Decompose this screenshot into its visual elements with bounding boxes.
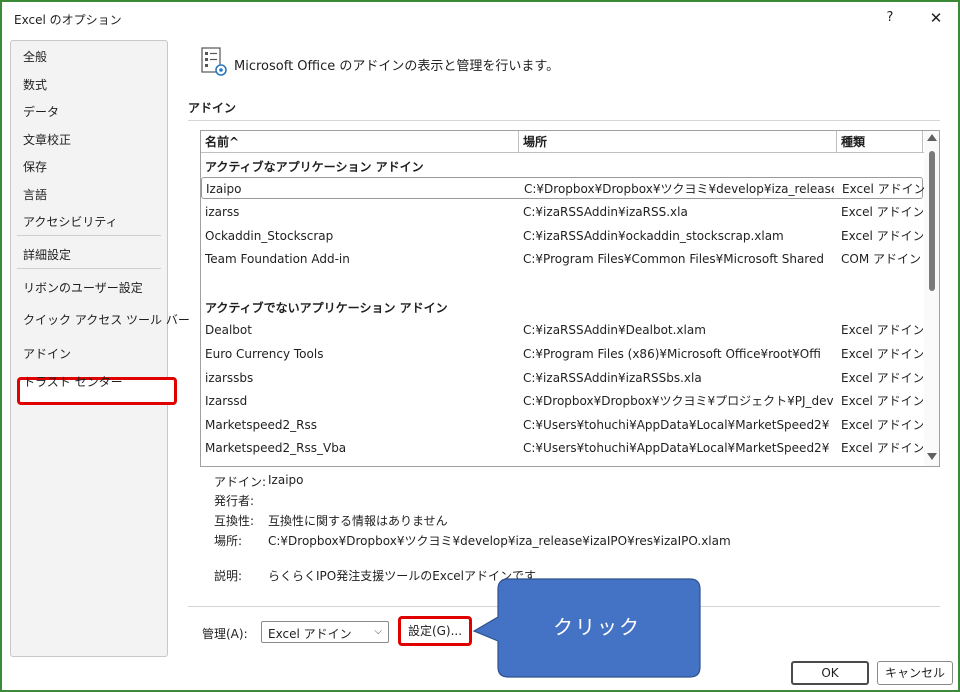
- ok-button[interactable]: OK: [791, 661, 869, 685]
- addin-location: C:¥Program Files¥Common Files¥Microsoft …: [523, 252, 824, 266]
- detail-compat-value: 互換性に関する情報はありません: [268, 514, 448, 528]
- addins-list[interactable]: 名前^ 場所 種類 アクティブなアプリケーション アドイン Izaipo C:¥…: [200, 130, 940, 467]
- addin-name: Marketspeed2_Rss_Vba: [205, 441, 347, 455]
- addin-location: C:¥izaRSSAddin¥izaRSSbs.xla: [523, 371, 702, 385]
- scroll-up-arrow-icon[interactable]: [927, 134, 937, 141]
- table-row[interactable]: Marketspeed2_Rss_Vba C:¥Users¥tohuchi¥Ap…: [201, 437, 923, 459]
- sidebar-item-addins[interactable]: アドイン: [23, 345, 71, 362]
- addin-location: C:¥Program Files (x86)¥Microsoft Office¥…: [523, 347, 821, 361]
- addin-location: C:¥izaRSSAddin¥ockaddin_stockscrap.xlam: [523, 229, 784, 243]
- addin-name: Marketspeed2_Rss: [205, 418, 317, 432]
- addin-type: Excel アドイン: [841, 229, 923, 243]
- addins-settings-icon: [201, 47, 227, 76]
- addin-location: C:¥izaRSSAddin¥Dealbot.xlam: [523, 323, 706, 337]
- sidebar-item-advanced[interactable]: 詳細設定: [23, 246, 71, 263]
- help-button[interactable]: ?: [878, 6, 902, 30]
- sidebar-item-formulas[interactable]: 数式: [23, 76, 47, 93]
- addin-type: Excel アドイン: [841, 205, 923, 219]
- table-row[interactable]: Marketspeed2_Rss C:¥Users¥tohuchi¥AppDat…: [201, 414, 923, 436]
- window-title: Excel のオプション: [14, 13, 122, 27]
- cancel-button[interactable]: キャンセル: [877, 661, 953, 685]
- sidebar-item-save[interactable]: 保存: [23, 158, 47, 175]
- list-header: 名前^ 場所 種類: [201, 131, 925, 153]
- addin-location: C:¥Dropbox¥Dropbox¥ツクヨミ¥develop¥iza_rele…: [524, 182, 834, 196]
- addin-name: izarss: [205, 205, 240, 219]
- sidebar-divider: [17, 235, 161, 236]
- manage-select[interactable]: Excel アドイン ⌵: [261, 621, 389, 643]
- table-row[interactable]: izarssbs C:¥izaRSSAddin¥izaRSSbs.xla Exc…: [201, 367, 923, 389]
- detail-addin-label: アドイン:: [214, 475, 267, 489]
- sidebar-item-general[interactable]: 全般: [23, 48, 47, 65]
- table-row[interactable]: Euro Currency Tools C:¥Program Files (x8…: [201, 343, 923, 365]
- group-heading-active: アクティブなアプリケーション アドイン: [205, 160, 424, 174]
- addin-name: Izaipo: [206, 182, 242, 196]
- addin-name: Izarssd: [205, 394, 248, 408]
- addin-location: C:¥Users¥tohuchi¥AppData¥Local¥MarketSpe…: [523, 441, 830, 455]
- column-header-type[interactable]: 種類: [837, 131, 923, 153]
- detail-publisher-label: 発行者:: [214, 494, 255, 508]
- go-settings-button[interactable]: 設定(G)...: [398, 616, 472, 646]
- addin-type: Excel アドイン: [842, 182, 924, 196]
- title-bar: Excel のオプション ? ✕: [2, 2, 958, 36]
- addin-name: Dealbot: [205, 323, 252, 337]
- table-row[interactable]: izarss C:¥izaRSSAddin¥izaRSS.xla Excel ア…: [201, 201, 923, 223]
- detail-addin-value: Izaipo: [268, 473, 304, 487]
- table-row[interactable]: Dealbot C:¥izaRSSAddin¥Dealbot.xlam Exce…: [201, 319, 923, 341]
- callout-text: クリック: [553, 615, 641, 639]
- addin-name: Team Foundation Add-in: [205, 252, 350, 266]
- chevron-down-icon: ⌵: [374, 626, 382, 637]
- page-description: Microsoft Office のアドインの表示と管理を行います。: [234, 59, 560, 74]
- sidebar-item-customize-ribbon[interactable]: リボンのユーザー設定: [23, 279, 143, 296]
- detail-location-value: C:¥Dropbox¥Dropbox¥ツクヨミ¥develop¥iza_rele…: [268, 534, 731, 548]
- detail-description-label: 説明:: [214, 569, 243, 583]
- addin-type: Excel アドイン: [841, 323, 923, 337]
- group-heading-inactive: アクティブでないアプリケーション アドイン: [205, 301, 448, 315]
- addin-name: Ockaddin_Stockscrap: [205, 229, 334, 243]
- scroll-down-arrow-icon[interactable]: [927, 453, 937, 460]
- scrollbar-thumb[interactable]: [929, 151, 935, 291]
- addin-type: Excel アドイン: [841, 371, 923, 385]
- sidebar-item-data[interactable]: データ: [23, 103, 59, 120]
- table-row[interactable]: Izaipo C:¥Dropbox¥Dropbox¥ツクヨミ¥develop¥i…: [201, 177, 924, 199]
- column-header-name[interactable]: 名前^: [201, 131, 519, 153]
- addin-name: Euro Currency Tools: [205, 347, 324, 361]
- section-divider: [188, 120, 940, 121]
- table-row[interactable]: Team Foundation Add-in C:¥Program Files¥…: [201, 248, 923, 270]
- table-row[interactable]: Ockaddin_Stockscrap C:¥izaRSSAddin¥ockad…: [201, 225, 923, 247]
- list-scrollbar[interactable]: [924, 131, 939, 466]
- sidebar-divider: [17, 268, 161, 269]
- excel-options-dialog: Excel のオプション ? ✕ 全般 数式 データ 文章校正 保存 言語 アク…: [0, 0, 960, 692]
- manage-label: 管理(A):: [202, 627, 248, 641]
- sidebar-item-proofing[interactable]: 文章校正: [23, 131, 71, 148]
- addin-type: Excel アドイン: [841, 441, 923, 455]
- addin-type: Excel アドイン: [841, 394, 923, 408]
- addin-location: C:¥izaRSSAddin¥izaRSS.xla: [523, 205, 688, 219]
- sidebar-item-accessibility[interactable]: アクセシビリティ: [23, 213, 118, 230]
- detail-location-label: 場所:: [214, 534, 243, 548]
- addin-type: Excel アドイン: [841, 347, 923, 361]
- manage-select-value: Excel アドイン: [268, 627, 352, 641]
- addin-type: Excel アドイン: [841, 418, 923, 432]
- addin-location: C:¥Dropbox¥Dropbox¥ツクヨミ¥プロジェクト¥PJ_dev: [523, 394, 833, 408]
- sidebar: 全般 数式 データ 文章校正 保存 言語 アクセシビリティ 詳細設定 リボンのユ…: [10, 40, 190, 657]
- addin-type: COM アドイン: [841, 252, 921, 266]
- detail-compat-label: 互換性:: [214, 514, 255, 528]
- column-header-location[interactable]: 場所: [519, 131, 837, 153]
- addin-location: C:¥Users¥tohuchi¥AppData¥Local¥MarketSpe…: [523, 418, 830, 432]
- sidebar-item-language[interactable]: 言語: [23, 186, 47, 203]
- sidebar-item-quick-access-toolbar[interactable]: クイック アクセス ツール バー: [23, 311, 190, 328]
- table-row[interactable]: Izarssd C:¥Dropbox¥Dropbox¥ツクヨミ¥プロジェクト¥P…: [201, 390, 923, 412]
- close-button[interactable]: ✕: [924, 6, 948, 30]
- sidebar-item-trust-center[interactable]: トラスト センター: [23, 373, 123, 390]
- section-title: アドイン: [188, 101, 237, 115]
- addin-name: izarssbs: [205, 371, 254, 385]
